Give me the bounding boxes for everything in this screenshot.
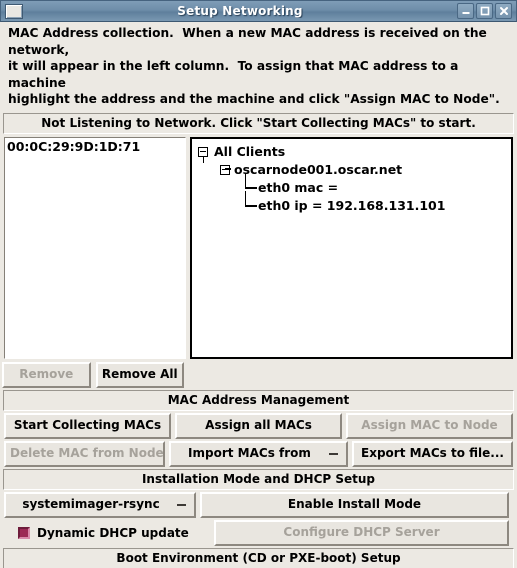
chevron-down-icon	[329, 452, 338, 455]
panes: 00:0C:29:9D:1D:71 All Clients oscarnode0…	[4, 136, 513, 359]
configure-dhcp-server-button[interactable]: Configure DHCP Server	[214, 519, 509, 546]
collapse-icon[interactable]	[198, 146, 208, 157]
title-bar: Setup Networking	[0, 0, 517, 22]
tree-node-oscarnode001[interactable]: oscarnode001.oscar.net	[220, 161, 509, 179]
tree-leaf-eth0-mac[interactable]: eth0 mac =	[245, 172, 509, 197]
install-row-1: systemimager-rsync Enable Install Mode	[4, 491, 513, 518]
mac-button-row-1: Start Collecting MACs Assign all MACs As…	[4, 412, 513, 439]
list-action-buttons: Remove Remove All	[2, 361, 184, 388]
mac-address-list[interactable]: 00:0C:29:9D:1D:71	[4, 136, 186, 359]
dynamic-dhcp-update-label: Dynamic DHCP update	[37, 525, 189, 540]
import-macs-label: Import MACs from	[188, 445, 311, 460]
status-bar: Not Listening to Network. Click "Start C…	[3, 112, 514, 134]
tree-leaf-label: eth0 ip = 192.168.131.101	[258, 197, 446, 213]
section-mac-management: MAC Address Management	[3, 389, 514, 411]
install-row-2: Dynamic DHCP update Configure DHCP Serve…	[4, 519, 513, 546]
window-icon	[5, 3, 23, 19]
dynamic-dhcp-update-checkbox-row[interactable]: Dynamic DHCP update	[4, 520, 210, 546]
client-tree[interactable]: All Clients oscarnode001.oscar.net eth0 …	[190, 136, 513, 359]
enable-install-mode-button[interactable]: Enable Install Mode	[200, 491, 509, 518]
tree-connector	[225, 167, 231, 170]
mac-button-row-2: Delete MAC from Node Import MACs from Ex…	[4, 440, 513, 467]
tree-branch-icon	[245, 172, 257, 197]
start-collecting-macs-button[interactable]: Start Collecting MACs	[4, 412, 171, 439]
tree-connector	[203, 156, 204, 163]
window-controls	[457, 3, 512, 19]
window-title: Setup Networking	[177, 4, 303, 18]
setup-networking-window: Setup Networking MAC Address collection.…	[0, 0, 517, 568]
assign-all-macs-button[interactable]: Assign all MACs	[175, 412, 342, 439]
tree-leaf-label: eth0 mac =	[258, 179, 339, 195]
close-icon[interactable]	[495, 3, 512, 19]
section-boot-environment: Boot Environment (CD or PXE-boot) Setup	[3, 547, 514, 568]
tree-root: All Clients oscarnode001.oscar.net eth0 …	[198, 143, 509, 215]
chevron-down-icon	[177, 503, 186, 506]
description-text: MAC Address collection. When a new MAC a…	[8, 26, 500, 106]
delete-mac-from-node-button[interactable]: Delete MAC from Node	[4, 440, 165, 467]
maximize-icon[interactable]	[476, 3, 493, 19]
checkbox-icon[interactable]	[18, 526, 30, 539]
export-macs-to-file-button[interactable]: Export MACs to file...	[352, 440, 513, 467]
list-item[interactable]: 00:0C:29:9D:1D:71	[7, 139, 185, 154]
remove-button[interactable]: Remove	[2, 361, 91, 388]
remove-all-button[interactable]: Remove All	[95, 361, 184, 388]
tree-leaf-eth0-ip[interactable]: eth0 ip = 192.168.131.101	[245, 190, 509, 215]
import-macs-from-dropdown[interactable]: Import MACs from	[169, 440, 348, 467]
tree-node-label: All Clients	[214, 143, 286, 159]
section-install-dhcp: Installation Mode and DHCP Setup	[3, 468, 514, 490]
install-mode-value: systemimager-rsync	[22, 496, 160, 511]
tree-branch-icon	[245, 190, 257, 215]
assign-mac-to-node-button[interactable]: Assign MAC to Node	[346, 412, 513, 439]
tree-node-label: oscarnode001.oscar.net	[234, 161, 403, 177]
collapse-icon[interactable]	[220, 164, 230, 175]
install-mode-dropdown[interactable]: systemimager-rsync	[4, 491, 196, 518]
tree-node-all-clients[interactable]: All Clients	[198, 143, 509, 161]
minimize-icon[interactable]	[457, 3, 474, 19]
